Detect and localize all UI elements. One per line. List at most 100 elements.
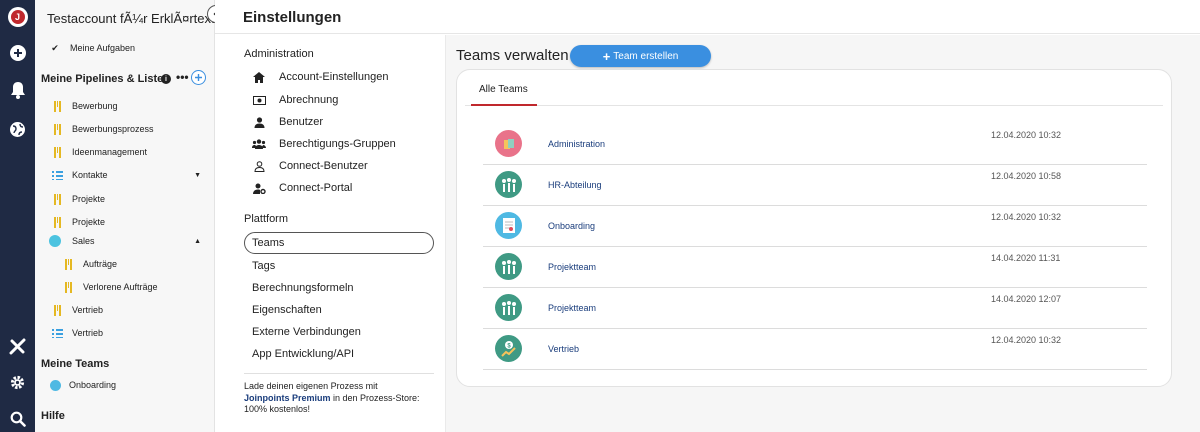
gear-icon[interactable] [0,372,35,392]
team-date: 12.04.2020 10:32 [991,335,1062,345]
money-icon [252,95,266,105]
main-content: Teams verwalten + Team erstellen Alle Te… [446,35,1200,432]
folder-dot-icon [49,235,61,247]
tab-all-teams[interactable]: Alle Teams [471,79,537,106]
people-avatar-icon [495,171,522,198]
nav-external-connections[interactable]: Externe Verbindungen [252,326,361,338]
people-avatar-icon [495,253,522,280]
info-icon[interactable]: i [161,74,171,84]
nav-billing[interactable]: Abrechnung [252,90,338,110]
add-pipeline-button[interactable] [191,70,206,85]
sidebar-item-label: Onboarding [69,380,117,390]
table-row[interactable]: $ Vertrieb 12.04.2020 10:32 [483,329,1147,370]
globe-icon[interactable] [0,119,35,139]
list-icon [51,328,63,338]
pipeline-icon [62,281,74,293]
pipelines-heading: Meine Pipelines & Listen [41,73,170,85]
pipeline-icon [51,123,63,135]
sidebar-item-label: Ideenmanagement [72,147,148,157]
caret-up-icon[interactable]: ▲ [194,238,201,245]
nav-formulas[interactable]: Berechnungsformeln [252,282,354,294]
pipeline-icon [51,146,63,158]
sidebar-team-onboarding[interactable]: Onboarding [49,375,199,395]
sidebar-item-ideenmanagement[interactable]: Ideenmanagement [51,142,201,162]
team-avatar-icon [49,379,61,391]
admin-avatar-icon [495,130,522,157]
home-icon [252,71,266,83]
team-date: 14.04.2020 12:07 [991,294,1062,304]
settings-nav: Administration Account-Einstellungen Abr… [215,35,446,432]
table-row[interactable]: Projektteam 14.04.2020 11:31 [483,247,1147,288]
divider [244,373,434,374]
platform-heading: Plattform [244,213,289,225]
pipeline-icon [51,100,63,112]
sidebar-item-sales[interactable]: Sales ▲ [49,231,214,251]
sidebar-item-bewerbungsprozess[interactable]: Bewerbungsprozess [51,119,201,139]
sidebar-item-label: Kontakte [72,170,108,180]
sidebar-item-auftraege[interactable]: Aufträge [62,254,202,274]
plus-icon: + [602,48,611,64]
nav-users[interactable]: Benutzer [252,112,323,132]
page-header: Einstellungen [215,0,1200,34]
nav-teams[interactable]: Teams [244,232,434,254]
sidebar-item-label: Vertrieb [72,328,104,338]
sidebar-item-vertrieb[interactable]: Vertrieb [51,300,201,320]
sidebar-item-label: Projekte [72,194,106,204]
sidebar-item-label: Verlorene Aufträge [83,282,158,292]
table-row[interactable]: Projektteam 14.04.2020 12:07 [483,288,1147,329]
table-row[interactable]: Onboarding 12.04.2020 10:32 [483,206,1147,247]
user-outline-icon [252,160,266,172]
sidebar-item-label: Meine Aufgaben [70,43,136,53]
administration-heading: Administration [244,48,314,60]
team-date: 12.04.2020 10:32 [991,130,1062,140]
sidebar-item-label: Bewerbungsprozess [72,124,154,134]
help-heading[interactable]: Hilfe [41,410,65,422]
app-logo[interactable]: J [0,7,35,27]
team-name[interactable]: Vertrieb [548,344,579,354]
add-icon[interactable] [0,43,35,63]
team-date: 12.04.2020 10:32 [991,212,1062,222]
nav-tags[interactable]: Tags [252,260,275,272]
sidebar-item-vertrieb-list[interactable]: Vertrieb [51,323,201,343]
sidebar-item-bewerbung[interactable]: Bewerbung [51,96,201,116]
more-icon[interactable]: ••• [176,70,189,84]
team-name[interactable]: HR-Abteilung [548,180,602,190]
sidebar-item-verlorene-auftraege[interactable]: Verlorene Aufträge [62,277,202,297]
sidebar-item-kontakte[interactable]: Kontakte ▼ [51,165,214,185]
sidebar-item-label: Aufträge [83,259,118,269]
team-name[interactable]: Administration [548,139,605,149]
people-avatar-icon [495,294,522,321]
premium-link[interactable]: Joinpoints Premium [244,393,331,403]
teams-title: Teams verwalten [456,47,569,64]
pipeline-icon [51,304,63,316]
nav-connect-users[interactable]: Connect-Benutzer [252,156,368,176]
logo-letter: J [10,10,25,24]
page-title: Einstellungen [243,9,342,26]
team-name[interactable]: Projektteam [548,303,596,313]
nav-connect-portal[interactable]: Connect-Portal [252,178,352,198]
table-row[interactable]: HR-Abteilung 12.04.2020 10:58 [483,165,1147,206]
search-icon[interactable] [0,409,35,429]
table-row[interactable]: Administration 12.04.2020 10:32 [483,124,1147,165]
sidebar-item-my-tasks[interactable]: ✔ Meine Aufgaben [49,38,199,58]
nav-account-settings[interactable]: Account-Einstellungen [252,67,388,87]
sidebar-item-projekte-2[interactable]: Projekte [51,212,201,232]
team-date: 14.04.2020 11:31 [991,253,1061,263]
team-name[interactable]: Projektteam [548,262,596,272]
team-name[interactable]: Onboarding [548,221,595,231]
sidebar-item-projekte[interactable]: Projekte [51,189,201,209]
bell-icon[interactable] [0,80,35,100]
nav-properties[interactable]: Eigenschaften [252,304,322,316]
pipeline-icon [62,258,74,270]
user-icon [252,116,266,128]
account-name[interactable]: Testaccount fÃ¼r ErklÃ¤rtexte [47,11,214,26]
create-team-button[interactable]: + Team erstellen [570,45,711,67]
nav-permission-groups[interactable]: Berechtigungs-Gruppen [252,134,396,154]
nav-app-development[interactable]: App Entwicklung/API [252,348,354,360]
pipeline-icon [51,216,63,228]
tools-icon[interactable] [0,336,35,356]
sidebar-item-label: Bewerbung [72,101,118,111]
sidebar-item-label: Vertrieb [72,305,104,315]
premium-promo: Lade deinen eigenen Prozess mit Joinpoin… [244,381,420,415]
caret-down-icon[interactable]: ▼ [194,172,201,179]
